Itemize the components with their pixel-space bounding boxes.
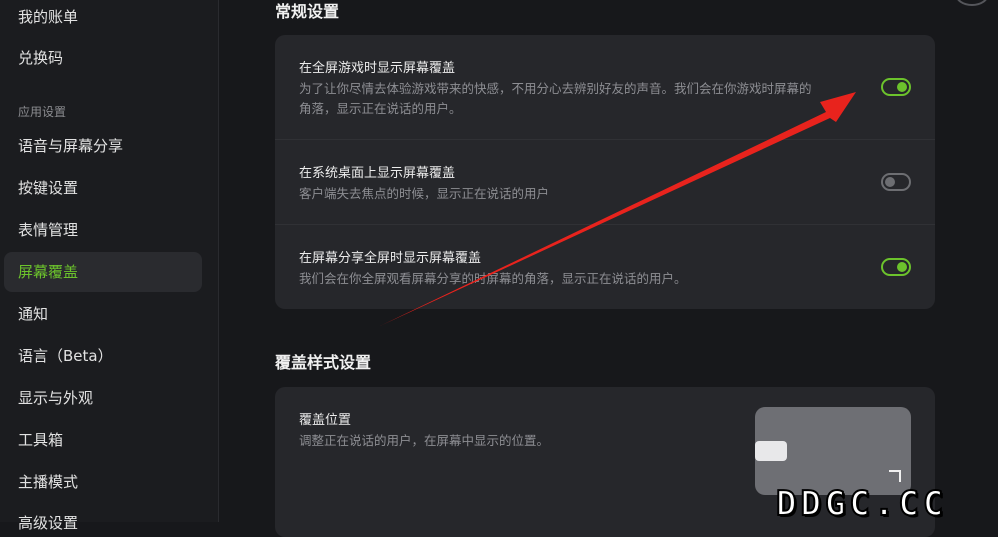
- sidebar-item-notifications[interactable]: 通知: [18, 304, 48, 324]
- sidebar-item-streamer-mode[interactable]: 主播模式: [18, 472, 78, 492]
- sidebar-item-toolbox[interactable]: 工具箱: [18, 430, 63, 450]
- sidebar-item-language[interactable]: 语言（Beta）: [18, 346, 113, 366]
- overlay-position-title: 覆盖位置: [299, 413, 352, 428]
- fullscreen-game-overlay-toggle[interactable]: [881, 78, 911, 96]
- setting-row-desktop: 在系统桌面上显示屏幕覆盖 客户端失去焦点的时候，显示正在说话的用户: [275, 140, 935, 224]
- general-settings-card: 在全屏游戏时显示屏幕覆盖 为了让你尽情去体验游戏带来的快感，不用分心去辨别好友的…: [275, 35, 935, 309]
- sidebar-item-overlay[interactable]: 屏幕覆盖: [18, 262, 78, 282]
- setting-title: 在屏幕分享全屏时显示屏幕覆盖: [299, 251, 482, 266]
- sidebar-item-keybinds[interactable]: 按键设置: [18, 178, 78, 198]
- sidebar-item-billing[interactable]: 我的账单: [18, 7, 78, 27]
- sidebar-item-appearance[interactable]: 显示与外观: [18, 388, 93, 408]
- desktop-overlay-toggle[interactable]: [881, 173, 911, 191]
- settings-sidebar: 我的账单 兑换码 应用设置 语音与屏幕分享 按键设置 表情管理 屏幕覆盖 通知 …: [0, 0, 219, 532]
- setting-description: 为了让你尽情去体验游戏带来的快感，不用分心去辨别好友的声音。我们会在你游戏时屏幕…: [299, 81, 812, 116]
- toggle-knob: [897, 82, 907, 92]
- resize-corner-icon: [889, 470, 901, 482]
- setting-title: 在全屏游戏时显示屏幕覆盖: [299, 61, 456, 76]
- screen-share-overlay-toggle[interactable]: [881, 258, 911, 276]
- sidebar-section-label: 应用设置: [18, 105, 67, 119]
- setting-row-screen-share: 在屏幕分享全屏时显示屏幕覆盖 我们会在你全屏观看屏幕分享的时屏幕的角落，显示正在…: [275, 225, 935, 309]
- overlay-position-chip[interactable]: [755, 441, 787, 461]
- setting-description: 我们会在你全屏观看屏幕分享的时屏幕的角落，显示正在说话的用户。: [299, 271, 687, 286]
- overlay-position-description: 调整正在说话的用户，在屏幕中显示的位置。: [299, 433, 550, 448]
- sidebar-item-advanced[interactable]: 高级设置: [18, 513, 78, 533]
- sidebar-item-emoji[interactable]: 表情管理: [18, 220, 78, 240]
- setting-description: 客户端失去焦点的时候，显示正在说话的用户: [299, 186, 550, 201]
- sidebar-item-voice-screen-share[interactable]: 语音与屏幕分享: [18, 136, 123, 156]
- general-settings-title: 常规设置: [275, 2, 340, 21]
- setting-title: 在系统桌面上显示屏幕覆盖: [299, 166, 456, 181]
- toggle-knob: [897, 262, 907, 272]
- watermark-text: DDGC.CC: [775, 483, 948, 525]
- settings-main: 常规设置 在全屏游戏时显示屏幕覆盖 为了让你尽情去体验游戏带来的快感，不用分心去…: [219, 0, 998, 537]
- toggle-knob: [885, 177, 895, 187]
- overlay-style-title: 覆盖样式设置: [275, 353, 372, 372]
- overlay-position-preview[interactable]: [755, 407, 911, 495]
- sidebar-item-redeem-code[interactable]: 兑换码: [18, 48, 63, 68]
- setting-row-fullscreen-game: 在全屏游戏时显示屏幕覆盖 为了让你尽情去体验游戏带来的快感，不用分心去辨别好友的…: [275, 35, 935, 139]
